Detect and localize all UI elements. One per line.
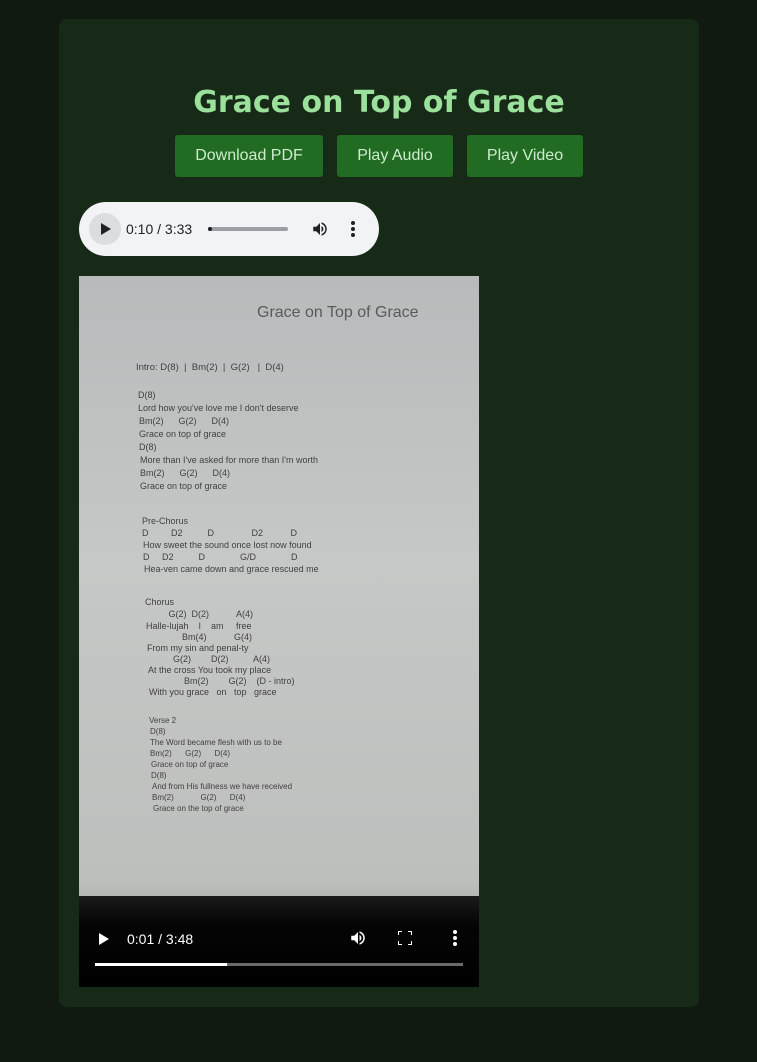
more-options-icon[interactable] (453, 930, 457, 948)
sheet-line: Verse 2 (149, 716, 177, 725)
sheet-line: Chorus (145, 597, 175, 607)
sheet-line: Bm(2) G(2) (D - intro) (149, 676, 295, 686)
volume-icon[interactable] (349, 929, 367, 947)
page-title: Grace on Top of Grace (193, 85, 565, 120)
sheet-line: D(8) (139, 442, 157, 452)
video-frame-chord-sheet: Grace on Top of Grace Intro: D(8) | Bm(2… (79, 276, 479, 896)
video-time-display: 0:01 / 3:48 (127, 931, 194, 947)
sheet-line: Grace on top of grace (151, 760, 229, 769)
sheet-line: Grace on the top of grace (153, 804, 244, 813)
audio-play-button[interactable] (89, 213, 121, 245)
sheet-line: Bm(2) G(2) D(4) (152, 793, 246, 802)
sheet-line: Bm(4) G(4) (147, 632, 253, 642)
sheet-line: From my sin and penal-ty (147, 643, 249, 653)
more-options-icon[interactable] (351, 221, 355, 239)
sheet-line: D(8) (151, 771, 167, 780)
sheet-line: More than I've asked for more than I'm w… (140, 455, 319, 465)
audio-player: 0:10 / 3:33 (79, 202, 379, 256)
sheet-line: D(8) (150, 727, 166, 736)
play-video-button[interactable]: Play Video (467, 135, 583, 177)
sheet-title: Grace on Top of Grace (257, 304, 419, 321)
sheet-line: Grace on top of grace (139, 429, 227, 439)
sheet-line: Intro: D(8) | Bm(2) | G(2) | D(4) (136, 362, 284, 373)
sheet-line: G(2) D(2) A(4) (148, 654, 271, 664)
sheet-line: The Word became flesh with us to be (150, 738, 282, 747)
video-controls: 0:01 / 3:48 (79, 896, 479, 987)
volume-icon[interactable] (311, 220, 329, 238)
sheet-line: G(2) D(2) A(4) (146, 609, 254, 619)
sheet-line: Lord how you've love me I don't deserve (138, 403, 299, 413)
sheet-line: And from His fullness we have received (152, 782, 293, 791)
sheet-line: Bm(2) G(2) D(4) (150, 749, 231, 758)
video-seek-progress (95, 963, 228, 966)
download-pdf-button[interactable]: Download PDF (175, 135, 323, 177)
sheet-line: Hea-ven came down and grace rescued me (144, 564, 319, 574)
sheet-line: D D2 D D2 D (142, 528, 298, 538)
sheet-line: D D2 D G/D D (143, 552, 298, 562)
sheet-line: Bm(2) G(2) D(4) (139, 416, 230, 426)
sheet-line: D(8) (138, 390, 156, 400)
sheet-line: How sweet the sound once lost now found (143, 540, 312, 550)
play-icon[interactable] (99, 933, 109, 945)
play-audio-button[interactable]: Play Audio (337, 135, 453, 177)
sheet-line: Pre-Chorus (142, 516, 189, 526)
sheet-line: Bm(2) G(2) D(4) (140, 468, 231, 478)
audio-seek-progress (208, 227, 212, 231)
audio-seek-bar[interactable] (208, 227, 288, 231)
audio-time-display: 0:10 / 3:33 (126, 221, 193, 237)
fullscreen-icon[interactable] (398, 931, 412, 945)
video-seek-bar[interactable] (95, 963, 463, 966)
sheet-line: Grace on top of grace (140, 481, 228, 491)
sheet-line: At the cross You took my place (148, 665, 272, 675)
sheet-line: With you grace on top grace (149, 687, 277, 697)
sheet-line: Halle-lujah I am free (146, 621, 252, 631)
play-icon (101, 223, 111, 235)
video-player[interactable]: Grace on Top of Grace Intro: D(8) | Bm(2… (79, 276, 479, 987)
